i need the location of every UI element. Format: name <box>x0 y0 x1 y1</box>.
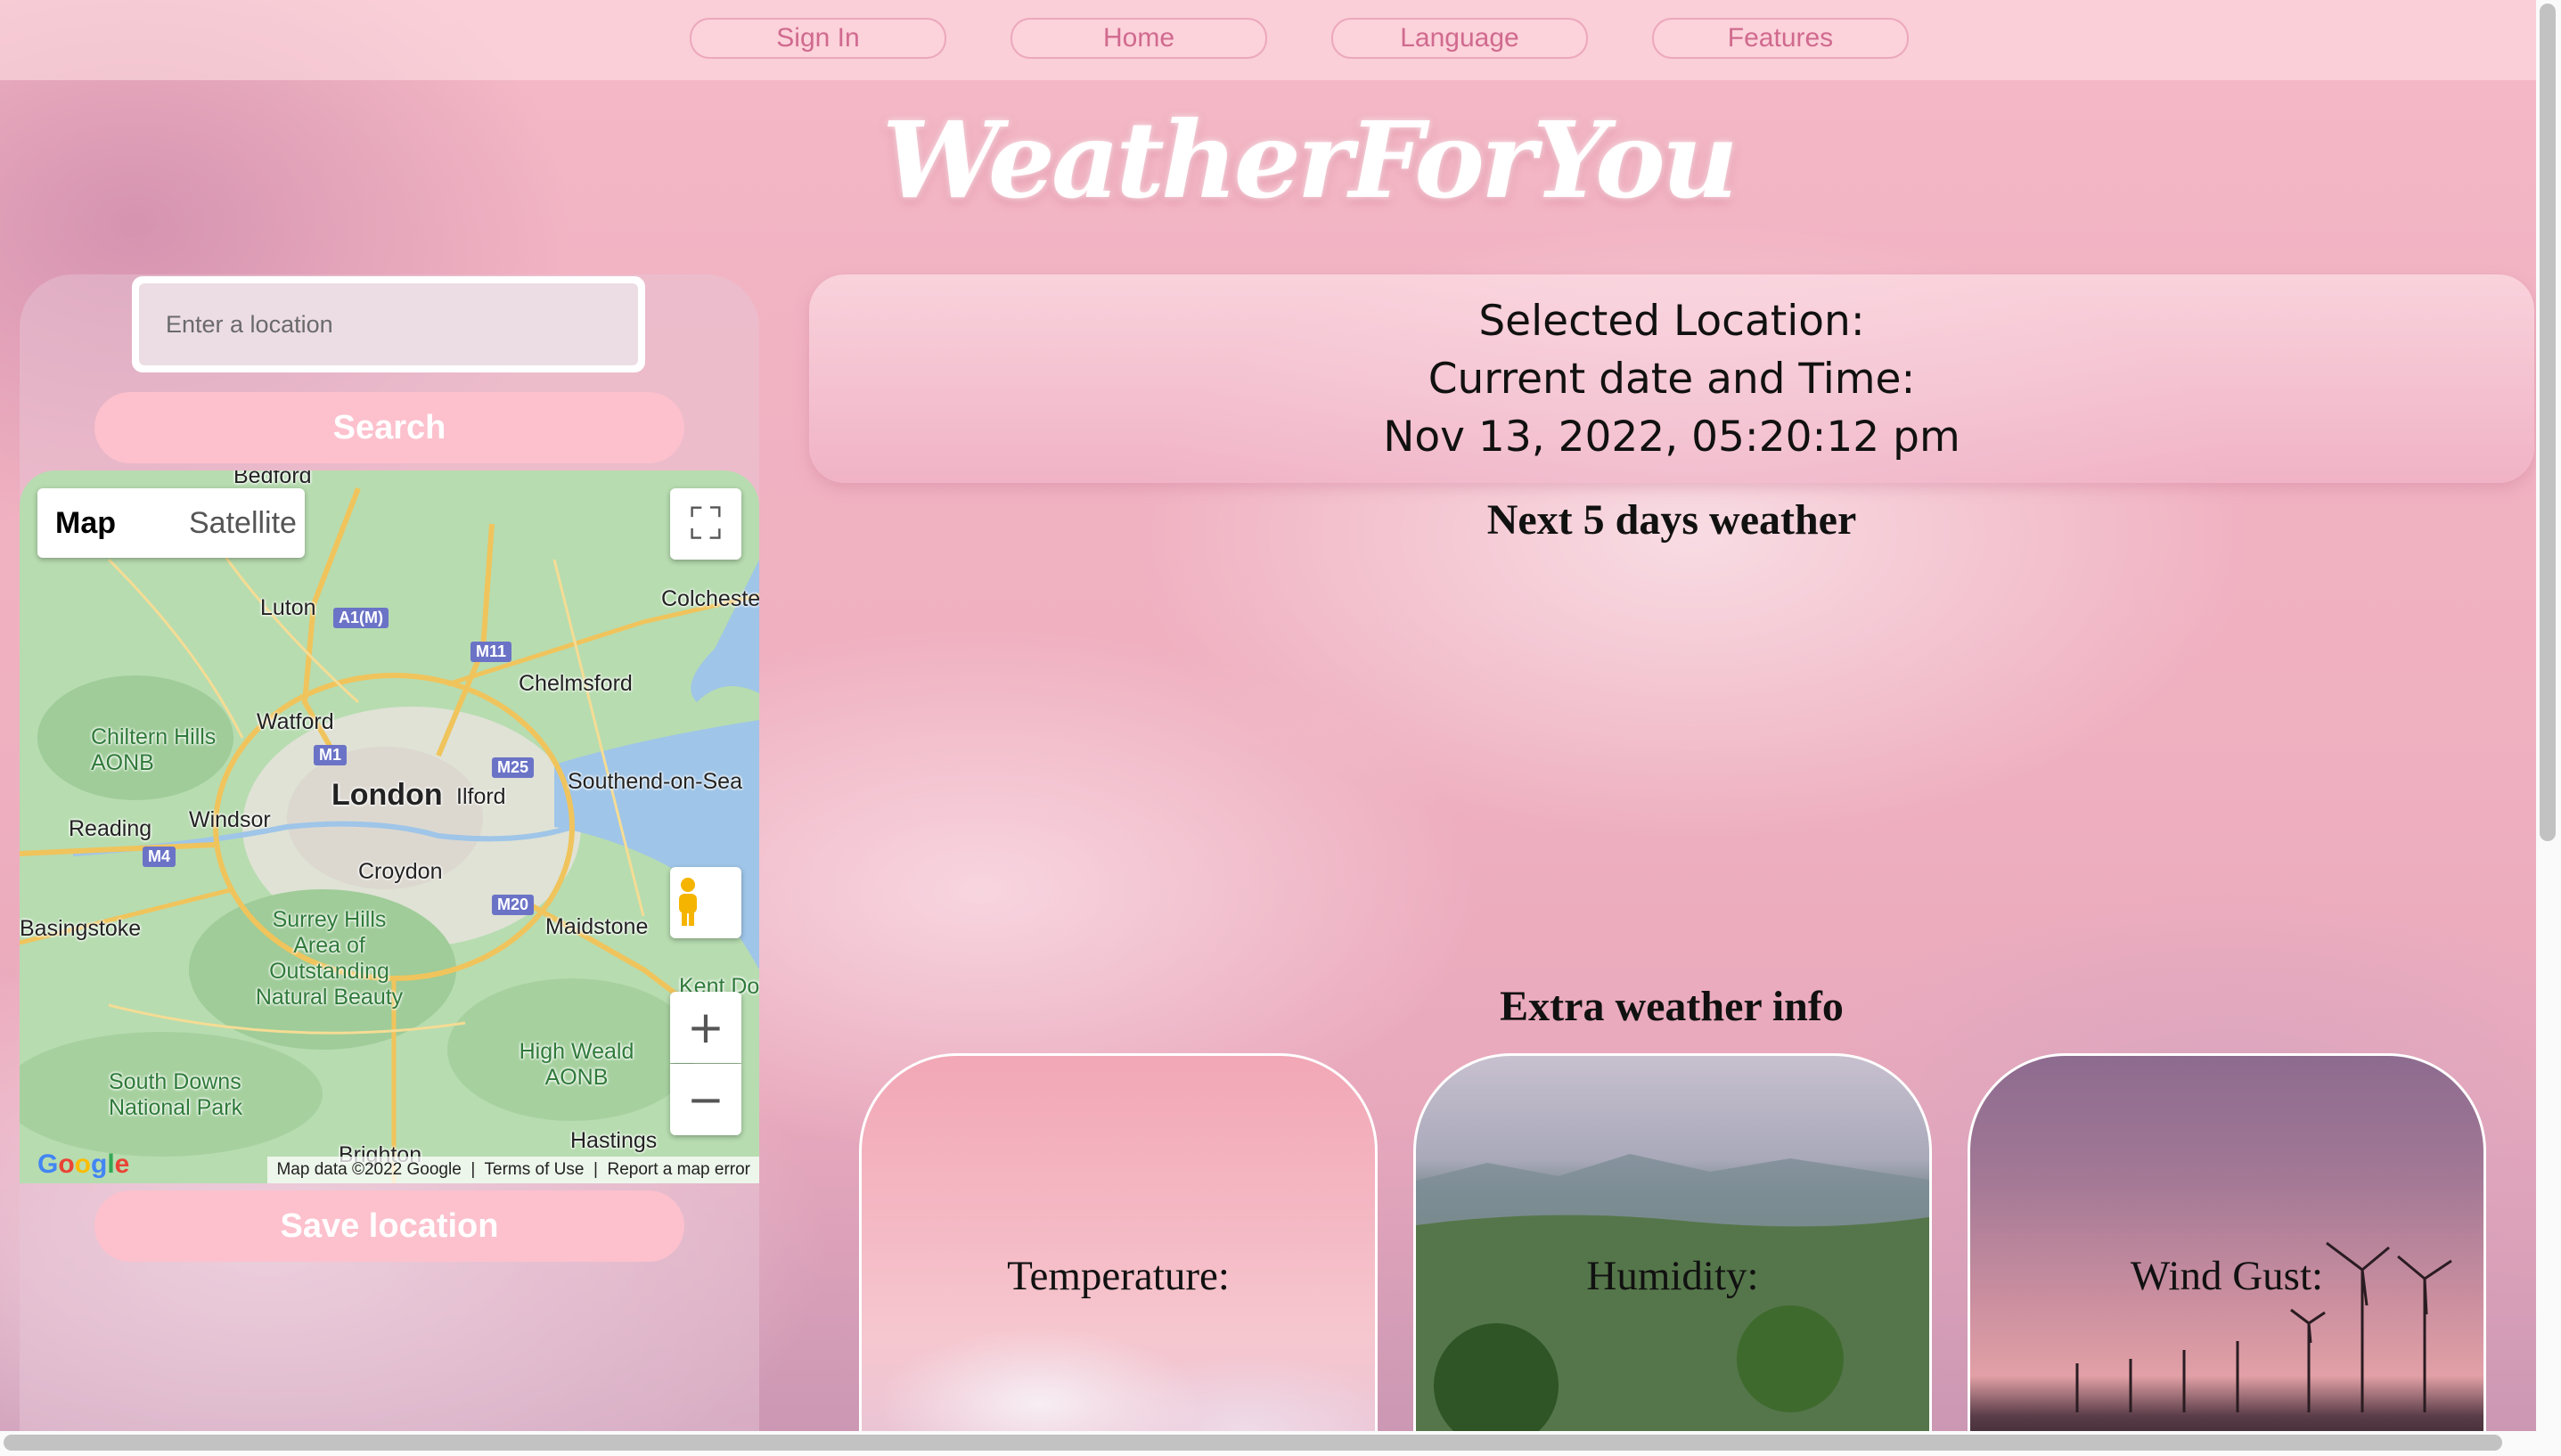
road-badge: A1(M) <box>333 608 389 628</box>
map-place-label: Windsor <box>189 807 271 832</box>
humidity-label: Humidity: <box>1586 1253 1759 1299</box>
map-place-label: Basingstoke <box>20 916 142 941</box>
road-badge: M20 <box>492 895 535 915</box>
datetime-value: Nov 13, 2022, 05:20:12 pm <box>1383 413 1960 462</box>
map-place-label: Southend-on-Sea <box>568 769 742 794</box>
map-place-label: Reading <box>69 816 152 841</box>
map-place-label: Luton <box>260 595 316 620</box>
map-type-satellite-button[interactable]: Satellite <box>189 488 297 558</box>
map-place-label: Colchester <box>661 586 759 611</box>
top-nav: Sign In Home Language Features <box>0 0 2536 80</box>
site-logo: WeatherForYou <box>882 98 1739 222</box>
nav-features[interactable]: Features <box>1652 18 1909 59</box>
map-place-label: Bedford <box>233 470 312 488</box>
road-badge: M1 <box>314 745 348 765</box>
wind-gust-label: Wind Gust: <box>2130 1253 2324 1299</box>
nav-language[interactable]: Language <box>1331 18 1588 59</box>
nav-home[interactable]: Home <box>1010 18 1267 59</box>
temperature-label: Temperature: <box>1007 1253 1230 1299</box>
forecast-title: Next 5 days weather <box>1486 496 1857 544</box>
map-place-label: Chelmsford <box>519 671 633 696</box>
save-location-button[interactable]: Save location <box>94 1190 684 1262</box>
map-place-label: Hastings <box>570 1128 658 1153</box>
map-type-control: Map Satellite <box>37 488 305 558</box>
map-park-label: Chiltern Hills AONB <box>91 724 217 775</box>
map-park-label: High Weald AONB <box>519 1039 634 1090</box>
location-card: Selected Location: Current date and Time… <box>809 274 2534 483</box>
map-place-label: Watford <box>257 709 334 734</box>
humidity-card: Humidity: <box>1413 1053 1932 1456</box>
pegman-icon[interactable] <box>670 867 741 938</box>
map-view[interactable]: Bedford Luton Colchester Chelmsford Watf… <box>20 470 759 1183</box>
location-input[interactable] <box>139 283 638 365</box>
fullscreen-icon[interactable]: ⛶ <box>670 488 741 560</box>
selected-location-label: Selected Location: <box>1478 297 1865 346</box>
search-box <box>132 276 645 372</box>
map-data-text: Map data ©2022 Google <box>276 1160 462 1179</box>
report-error-link[interactable]: Report a map error <box>607 1160 750 1179</box>
map-park-label: Surrey Hills Area of Outstanding Natural… <box>255 907 404 1010</box>
extra-info-title: Extra weather info <box>1500 983 1844 1030</box>
map-place-label: Croydon <box>358 859 443 884</box>
map-place-label: Ilford <box>456 784 506 809</box>
map-type-map-button[interactable]: Map <box>55 488 116 558</box>
nav-sign-in[interactable]: Sign In <box>690 18 946 59</box>
road-badge: M4 <box>143 847 176 867</box>
search-button[interactable]: Search <box>94 392 684 463</box>
map-place-label: London <box>331 778 443 812</box>
map-park-label: South Downs National Park <box>109 1069 243 1120</box>
map-attribution: Map data ©2022 Google | Terms of Use | R… <box>267 1157 759 1183</box>
road-badge: M25 <box>492 757 535 778</box>
horizontal-scrollbar[interactable] <box>4 1435 2502 1451</box>
road-badge: M11 <box>470 642 512 662</box>
map-place-label: Maidstone <box>545 914 649 939</box>
temperature-card: Temperature: <box>859 1053 1378 1456</box>
zoom-out-icon[interactable]: − <box>670 1064 741 1135</box>
datetime-label: Current date and Time: <box>1428 355 1916 404</box>
vertical-scrollbar[interactable] <box>2540 4 2556 841</box>
zoom-in-icon[interactable]: + <box>670 992 741 1063</box>
google-logo: Google <box>37 1149 130 1179</box>
wind-gust-card: Wind Gust: <box>1968 1053 2486 1456</box>
terms-link[interactable]: Terms of Use <box>485 1160 585 1179</box>
